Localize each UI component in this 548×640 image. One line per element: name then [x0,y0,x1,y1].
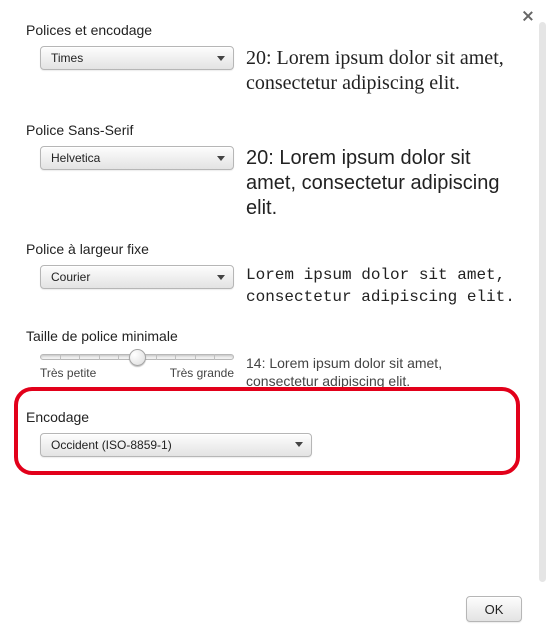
chevron-down-icon [217,56,225,61]
slider-thumb[interactable] [129,349,146,366]
section-min-font-size: Taille de police minimale Très petite [26,328,522,390]
chevron-down-icon [217,275,225,280]
section-mono: Police à largeur fixe Courier Lorem ipsu… [26,241,522,308]
serif-font-select[interactable]: Times [40,46,234,70]
section-title-sans: Police Sans-Serif [26,122,522,138]
scrollbar[interactable] [539,22,546,582]
mono-font-select[interactable]: Courier [40,265,234,289]
section-title-encoding: Encodage [26,409,522,425]
chevron-down-icon [217,156,225,161]
ok-button[interactable]: OK [466,596,522,622]
section-title-serif: Polices et encodage [26,22,522,38]
mono-preview: Lorem ipsum dolor sit amet, consectetur … [246,265,516,308]
mono-font-value: Courier [51,270,90,284]
close-icon[interactable] [522,10,534,22]
serif-preview: 20: Lorem ipsum dolor sit amet, consecte… [246,46,516,96]
sans-preview: 20: Lorem ipsum dolor sit amet, consecte… [246,146,516,221]
section-title-mono: Police à largeur fixe [26,241,522,257]
sans-font-value: Helvetica [51,151,100,165]
serif-font-value: Times [51,51,83,65]
section-title-minsize: Taille de police minimale [26,328,522,344]
chevron-down-icon [295,442,303,447]
encoding-value: Occident (ISO-8859-1) [51,438,172,452]
ok-button-label: OK [485,602,504,617]
min-size-slider[interactable] [40,354,234,360]
encoding-select[interactable]: Occident (ISO-8859-1) [40,433,312,457]
sans-font-select[interactable]: Helvetica [40,146,234,170]
section-encoding: Encodage Occident (ISO-8859-1) [26,409,522,457]
slider-label-min: Très petite [40,366,96,380]
section-sans: Police Sans-Serif Helvetica 20: Lorem ip… [26,122,522,221]
font-settings-dialog: Polices et encodage Times 20: Lorem ipsu… [0,0,548,640]
section-serif: Polices et encodage Times 20: Lorem ipsu… [26,22,522,96]
slider-label-max: Très grande [170,366,234,380]
minsize-preview: 14: Lorem ipsum dolor sit amet, consecte… [246,354,516,390]
